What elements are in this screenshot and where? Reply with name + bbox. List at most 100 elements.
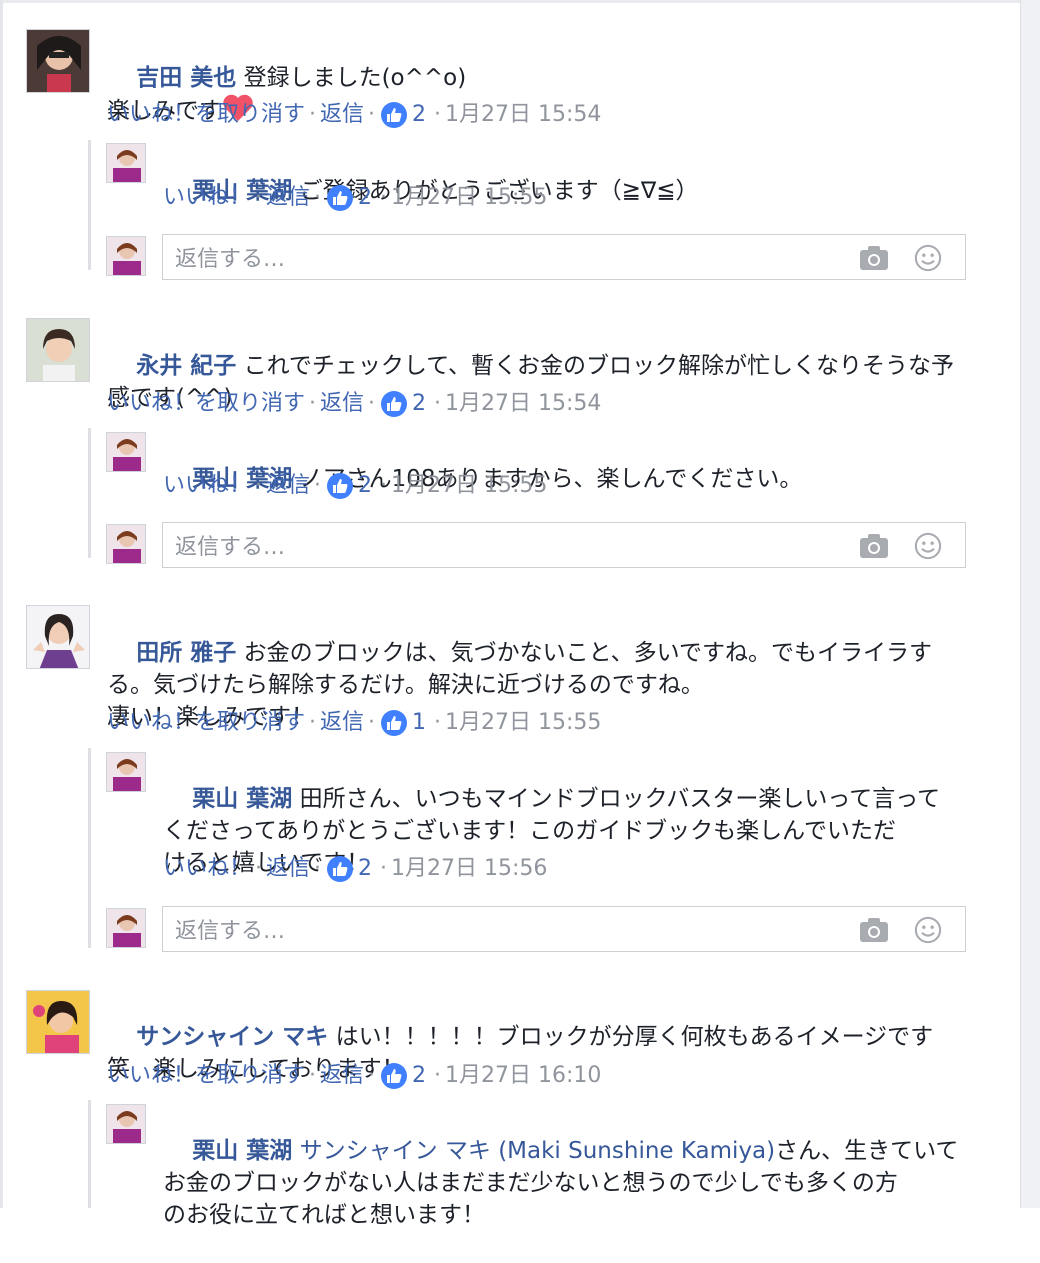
reply-placeholder: 返信する… (175, 919, 286, 944)
like-count[interactable]: 2 (412, 389, 426, 419)
comment-actions: いいね！を取り消す · 返信 · 2 · 1月27日 15:54 (107, 389, 601, 419)
reply-input[interactable]: 返信する… (162, 234, 966, 280)
reply-placeholder: 返信する… (175, 247, 286, 272)
like-count[interactable]: 2 (358, 854, 372, 884)
thread-line (88, 748, 91, 948)
like-badge-icon[interactable] (381, 391, 408, 417)
reply-input[interactable]: 返信する… (162, 522, 966, 568)
comment-text: お金のブロックは、気づかないこと、多いですね。でもイライラす (243, 640, 932, 666)
like-badge-icon[interactable] (327, 856, 354, 882)
reply-text: のお役に立てればと想います！ (163, 1202, 485, 1228)
reply-input[interactable]: 返信する… (162, 906, 966, 952)
avatar[interactable] (106, 1104, 146, 1144)
reply-button[interactable]: 返信 (320, 389, 364, 419)
separator: · (368, 710, 376, 735)
unlike-button[interactable]: いいね！を取り消す (107, 708, 305, 738)
comment-body: 田所 雅子 お金のブロックは、気づかないこと、多いですね。でもイライラする。気づ… (107, 605, 987, 765)
emoji-icon[interactable] (913, 916, 943, 944)
avatar[interactable] (26, 605, 90, 669)
mention-link[interactable]: サンシャイン マキ (Maki Sunshine Kamiya) (300, 1138, 776, 1164)
avatar[interactable] (26, 990, 90, 1054)
separator: · (314, 856, 322, 881)
comment-feed: 吉田 美也 登録しました(o^^o) 楽しみです いいね！を取り消す · 返信 ·… (0, 0, 1020, 1228)
reply-button[interactable]: 返信 (266, 183, 310, 213)
avatar (106, 524, 146, 564)
like-badge-icon[interactable] (381, 102, 408, 128)
like-badge-icon[interactable] (327, 473, 354, 499)
separator: · (368, 102, 376, 127)
separator: · (255, 856, 263, 881)
author-name[interactable]: 田所 雅子 (136, 640, 236, 666)
comment-text: これでチェックして、暫くお金のブロック解除が忙しくなりそうな予 (243, 353, 955, 379)
timestamp[interactable]: 1月27日 15:54 (445, 389, 601, 419)
avatar[interactable] (106, 752, 146, 792)
separator: · (380, 473, 388, 498)
timestamp[interactable]: 1月27日 15:55 (391, 471, 547, 501)
avatar (106, 908, 146, 948)
timestamp[interactable]: 1月27日 15:56 (391, 854, 547, 884)
comment-body: 永井 紀子 これでチェックして、暫くお金のブロック解除が忙しくなりそうな予 感です… (107, 318, 987, 446)
comment-text: はい！！！！！ブロックが分厚く何枚もあるイメージです (335, 1024, 934, 1050)
avatar[interactable] (106, 143, 146, 183)
author-name[interactable]: サンシャイン マキ (136, 1024, 328, 1050)
reply-button[interactable]: 返信 (320, 100, 364, 130)
separator: · (314, 185, 322, 210)
avatar[interactable] (106, 432, 146, 472)
thread-line (88, 428, 91, 558)
separator: · (368, 391, 376, 416)
like-badge-icon[interactable] (327, 185, 354, 211)
like-button[interactable]: いいね！ (163, 183, 251, 213)
separator: · (309, 1063, 317, 1088)
camera-icon[interactable] (859, 532, 889, 560)
reply-actions: いいね！ · 返信 · 2 · 1月27日 15:55 (163, 471, 547, 501)
like-count[interactable]: 2 (412, 100, 426, 130)
like-badge-icon[interactable] (381, 710, 408, 736)
camera-icon[interactable] (859, 244, 889, 272)
separator: · (434, 1063, 442, 1088)
timestamp[interactable]: 1月27日 15:54 (445, 100, 601, 130)
like-count[interactable]: 2 (358, 471, 372, 501)
reply-text: 田所さん、いつもマインドブロックバスター楽しいって言って (299, 786, 941, 812)
timestamp[interactable]: 1月27日 15:55 (445, 708, 601, 738)
reply-button[interactable]: 返信 (266, 471, 310, 501)
separator: · (314, 473, 322, 498)
thread-line (88, 140, 91, 270)
author-name[interactable]: 永井 紀子 (136, 353, 236, 379)
separator: · (309, 102, 317, 127)
reply-button[interactable]: 返信 (266, 854, 310, 884)
timestamp[interactable]: 1月27日 15:55 (391, 183, 547, 213)
separator: · (380, 856, 388, 881)
separator: · (309, 391, 317, 416)
separator: · (380, 185, 388, 210)
scrollbar-track[interactable] (1020, 0, 1040, 1208)
unlike-button[interactable]: いいね！を取り消す (107, 1061, 305, 1091)
like-button[interactable]: いいね！ (163, 854, 251, 884)
camera-icon[interactable] (859, 916, 889, 944)
reply-button[interactable]: 返信 (320, 1061, 364, 1091)
like-count[interactable]: 1 (412, 708, 426, 738)
timestamp[interactable]: 1月27日 16:10 (445, 1061, 601, 1091)
divider (0, 0, 1020, 3)
like-badge-icon[interactable] (381, 1063, 408, 1089)
emoji-icon[interactable] (913, 244, 943, 272)
avatar[interactable] (26, 29, 90, 93)
reply-actions: いいね！ · 返信 · 2 · 1月27日 15:56 (163, 854, 547, 884)
reply-text: くださってありがとうございます！このガイドブックも楽しんでいただ (163, 818, 897, 844)
comment-body: 吉田 美也 登録しました(o^^o) 楽しみです (107, 30, 987, 159)
comment-body: サンシャイン マキ はい！！！！！ブロックが分厚く何枚もあるイメージです笑 楽し… (107, 989, 987, 1117)
unlike-button[interactable]: いいね！を取り消す (107, 100, 305, 130)
author-name[interactable]: 吉田 美也 (136, 65, 236, 91)
avatar[interactable] (26, 318, 90, 382)
emoji-icon[interactable] (913, 532, 943, 560)
separator: · (434, 102, 442, 127)
author-name[interactable]: 栗山 葉湖 (192, 1138, 292, 1164)
like-count[interactable]: 2 (358, 183, 372, 213)
comment-text: る。気づけたら解除するだけ。解決に近づけるのですね。 (107, 672, 704, 698)
unlike-button[interactable]: いいね！を取り消す (107, 389, 305, 419)
reply-button[interactable]: 返信 (320, 708, 364, 738)
author-name[interactable]: 栗山 葉湖 (192, 786, 292, 812)
like-button[interactable]: いいね！ (163, 471, 251, 501)
like-count[interactable]: 2 (412, 1061, 426, 1091)
comment-actions: いいね！を取り消す · 返信 · 2 · 1月27日 16:10 (107, 1061, 601, 1091)
reply-text: さん、生きていて (775, 1138, 959, 1164)
